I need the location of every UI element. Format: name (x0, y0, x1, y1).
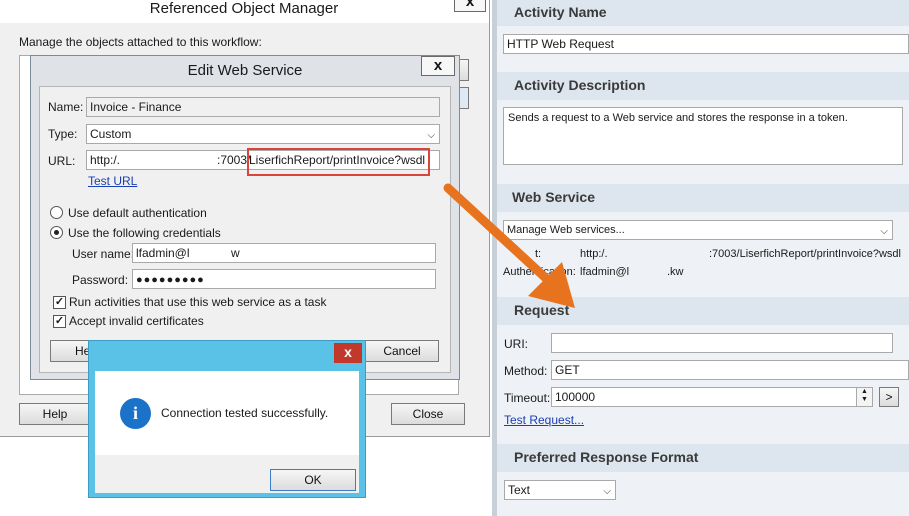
info-icon: i (120, 398, 151, 429)
type-select-value: Custom (90, 127, 132, 141)
default-auth-radio[interactable] (50, 206, 63, 219)
uri-field[interactable] (551, 333, 893, 353)
msgbox-message: Connection tested successfully. (161, 406, 329, 420)
password-label: Password: (72, 273, 129, 287)
test-url-link[interactable]: Test URL (88, 174, 137, 188)
timeout-next-button[interactable]: > (879, 387, 899, 407)
ref-manager-close-button[interactable]: x (454, 0, 486, 12)
uri-label: URI: (504, 337, 528, 351)
activity-name-title: Activity Name (514, 4, 607, 20)
timeout-label: Timeout: (504, 391, 551, 405)
ref-manager-help-button[interactable]: Help (19, 403, 91, 425)
edit-ws-titlebar: Edit Web Service (31, 56, 459, 86)
auth-value-suffix: .kw (667, 266, 684, 278)
edit-ws-close-button[interactable]: x (421, 56, 455, 76)
host-value-suffix: :7003/LiserfichReport/printInvoice?wsdl (709, 248, 901, 260)
url-port: :7003/ (217, 153, 251, 167)
default-auth-label: Use default authentication (68, 206, 207, 220)
name-field[interactable]: Invoice - Finance (86, 97, 440, 117)
name-label: Name: (48, 100, 84, 114)
credentials-auth-radio[interactable] (50, 226, 63, 239)
run-as-task-label: Run activities that use this web service… (69, 295, 327, 309)
activity-name-field[interactable]: HTTP Web Request (503, 34, 909, 54)
accept-invalid-checkbox[interactable]: ✓ (53, 315, 66, 328)
response-format-value: Text (508, 483, 531, 497)
username-label: User name: (72, 247, 135, 261)
ref-manager-description: Manage the objects attached to this work… (19, 35, 262, 49)
password-value: ●●●●●●●●● (136, 274, 205, 286)
chevron-down-icon: ⌵ (427, 130, 435, 141)
ref-manager-side-button-2[interactable] (459, 87, 469, 109)
chevron-down-icon: ⌵ (880, 226, 888, 237)
activity-desc-field[interactable]: Sends a request to a Web service and sto… (503, 107, 903, 165)
method-select[interactable]: GET (551, 360, 909, 380)
run-as-task-checkbox[interactable]: ✓ (53, 296, 66, 309)
type-select[interactable]: Custom ⌵ (86, 124, 440, 144)
username-suffix: w (231, 246, 240, 260)
response-format-title: Preferred Response Format (514, 449, 699, 465)
annotation-arrow-shaft (443, 183, 555, 287)
info-glyph: i (132, 403, 138, 423)
response-format-select[interactable]: Text ⌵ (504, 480, 616, 500)
timeout-spinner[interactable]: ▲ ▼ (856, 388, 872, 406)
password-field[interactable]: ●●●●●●●●● (132, 269, 436, 289)
username-value: lfadmin@l (136, 246, 190, 260)
chevron-down-icon: ⌵ (603, 486, 611, 497)
edit-ws-cancel-button[interactable]: Cancel (365, 340, 439, 362)
accept-invalid-label: Accept invalid certificates (69, 314, 204, 328)
url-label: URL: (48, 154, 76, 168)
msgbox-ok-button[interactable]: OK (270, 469, 356, 491)
url-prefix: http:/. (90, 153, 121, 167)
msgbox-close-button[interactable]: x (334, 343, 362, 363)
timeout-field[interactable]: 100000 (551, 387, 873, 407)
method-label: Method: (504, 364, 548, 378)
test-request-link[interactable]: Test Request... (504, 413, 584, 427)
ref-manager-side-button-1[interactable] (459, 59, 469, 81)
type-label: Type: (48, 127, 78, 141)
ref-manager-close-action-button[interactable]: Close (391, 403, 465, 425)
username-field[interactable]: lfadmin@l w (132, 243, 436, 263)
timeout-value: 100000 (555, 390, 596, 404)
edit-ws-title: Edit Web Service (187, 62, 303, 79)
ref-manager-title: Referenced Object Manager (149, 0, 339, 17)
ref-manager-titlebar: Referenced Object Manager (0, 0, 489, 23)
activity-desc-title: Activity Description (514, 77, 646, 93)
annotation-arrow (443, 183, 575, 308)
url-highlight-box (247, 148, 430, 176)
credentials-auth-label: Use the following credentials (68, 226, 221, 240)
activity-desc-value: Sends a request to a Web service and sto… (508, 112, 848, 124)
